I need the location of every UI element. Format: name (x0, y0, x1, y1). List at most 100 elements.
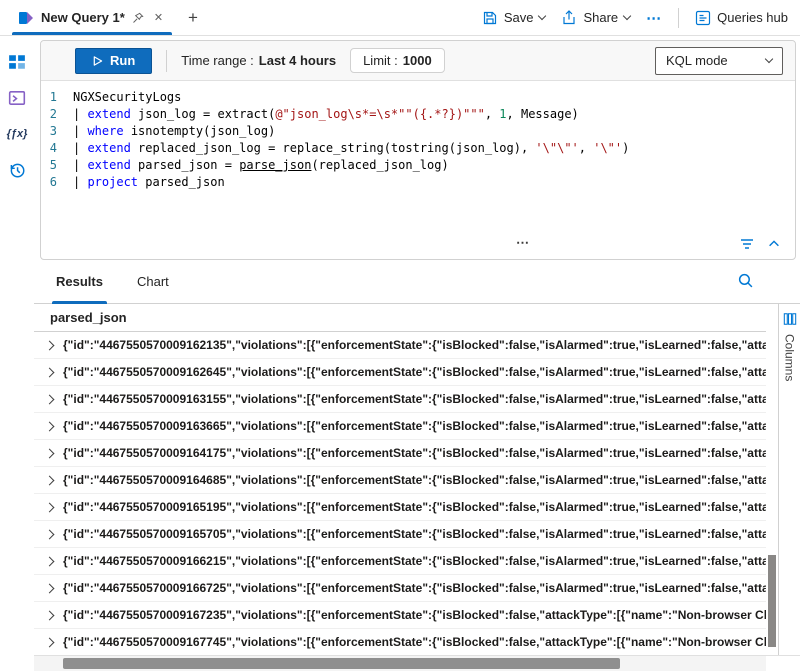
kql-mode-value: KQL mode (666, 53, 728, 68)
share-label: Share (583, 10, 618, 25)
time-range-label: Time range : (181, 53, 254, 68)
functions-icon[interactable]: {ƒx} (6, 124, 28, 144)
left-rail: {ƒx} (0, 36, 34, 671)
query-tab[interactable]: New Query 1* ✕ (8, 0, 176, 35)
table-row[interactable]: {"id":"4467550570009167235","violations"… (34, 602, 766, 629)
time-range-value: Last 4 hours (259, 53, 336, 68)
table-row[interactable]: {"id":"4467550570009163665","violations"… (34, 413, 766, 440)
grid-rows: {"id":"4467550570009162135","violations"… (34, 332, 766, 655)
app-logo-icon (18, 10, 34, 26)
table-row[interactable]: {"id":"4467550570009167745","violations"… (34, 629, 766, 655)
tables-icon[interactable] (6, 52, 28, 72)
query-toolbar: Run Time range : Last 4 hours Limit : 10… (41, 41, 795, 81)
play-icon (92, 55, 103, 67)
queries-hub-button[interactable]: Queries hub (695, 10, 788, 26)
expand-row-icon[interactable] (45, 367, 55, 377)
code-line-3[interactable]: 3| where isnotempty(json_log) (41, 123, 795, 140)
line-number: 3 (41, 123, 73, 140)
topbar-actions: Save Share ⋯ Queries hub (482, 0, 800, 35)
editor-footer: ⋯ (41, 233, 795, 259)
queries-hub-icon (695, 10, 711, 26)
table-row[interactable]: {"id":"4467550570009165195","violations"… (34, 494, 766, 521)
close-icon[interactable]: ✕ (151, 9, 166, 26)
expand-row-icon[interactable] (45, 637, 55, 647)
queries-hub-label: Queries hub (717, 10, 788, 25)
expand-row-icon[interactable] (45, 502, 55, 512)
line-number: 6 (41, 174, 73, 191)
parsed-json-cell: {"id":"4467550570009164175","violations"… (63, 446, 766, 460)
parsed-json-cell: {"id":"4467550570009165195","violations"… (63, 500, 766, 514)
horizontal-scrollbar[interactable] (34, 655, 766, 671)
table-row[interactable]: {"id":"4467550570009162645","violations"… (34, 359, 766, 386)
kql-mode-dropdown[interactable]: KQL mode (655, 47, 783, 75)
pin-icon[interactable] (132, 12, 144, 24)
scrollbar-corner (766, 655, 800, 671)
share-icon (561, 10, 577, 26)
resize-handle[interactable]: ⋯ (516, 235, 531, 251)
workspace: {ƒx} Run Time range : Last 4 hours (0, 36, 800, 671)
results-grid: parsed_json {"id":"4467550570009162135",… (34, 304, 766, 655)
columns-side-tab[interactable]: Columns (778, 304, 800, 655)
parsed-json-cell: {"id":"4467550570009162645","violations"… (63, 365, 766, 379)
line-number: 5 (41, 157, 73, 174)
expand-row-icon[interactable] (45, 340, 55, 350)
results-panel: Results Chart parsed_json {"id":"4467550… (34, 260, 800, 671)
table-row[interactable]: {"id":"4467550570009166215","violations"… (34, 548, 766, 575)
expand-row-icon[interactable] (45, 610, 55, 620)
table-row[interactable]: {"id":"4467550570009166725","violations"… (34, 575, 766, 602)
run-label: Run (110, 53, 135, 68)
line-number: 2 (41, 106, 73, 123)
expand-row-icon[interactable] (45, 448, 55, 458)
expand-row-icon[interactable] (45, 583, 55, 593)
parsed-json-cell: {"id":"4467550570009167745","violations"… (63, 635, 766, 649)
code-line-2[interactable]: 2| extend json_log = extract(@"json_log\… (41, 106, 795, 123)
columns-label: Columns (783, 334, 797, 381)
vertical-scrollbar-thumb[interactable] (768, 555, 776, 647)
query-history-icon[interactable] (6, 160, 28, 180)
limit-button[interactable]: Limit : 1000 (350, 48, 445, 73)
save-label: Save (504, 10, 534, 25)
code-line-1[interactable]: 1NGXSecurityLogs (41, 89, 795, 106)
chevron-down-icon (538, 12, 546, 20)
table-row[interactable]: {"id":"4467550570009164685","violations"… (34, 467, 766, 494)
table-row[interactable]: {"id":"4467550570009163155","violations"… (34, 386, 766, 413)
code-line-4[interactable]: 4| extend replaced_json_log = replace_st… (41, 140, 795, 157)
run-button[interactable]: Run (75, 48, 152, 74)
table-row[interactable]: {"id":"4467550570009164175","violations"… (34, 440, 766, 467)
time-range-button[interactable]: Time range : Last 4 hours (181, 53, 336, 68)
horizontal-scrollbar-thumb[interactable] (63, 658, 619, 669)
parsed-json-cell: {"id":"4467550570009167235","violations"… (63, 608, 766, 622)
tab-results[interactable]: Results (52, 260, 107, 303)
more-options-button[interactable]: ⋯ (646, 9, 662, 27)
results-body: parsed_json {"id":"4467550570009162135",… (34, 304, 800, 655)
code-line-6[interactable]: 6| project parsed_json (41, 174, 795, 191)
table-row[interactable]: {"id":"4467550570009162135","violations"… (34, 332, 766, 359)
parsed-json-cell: {"id":"4467550570009162135","violations"… (63, 338, 766, 352)
save-button[interactable]: Save (482, 10, 546, 26)
expand-row-icon[interactable] (45, 529, 55, 539)
search-icon[interactable] (737, 272, 754, 289)
line-number: 4 (41, 140, 73, 157)
main-area: Run Time range : Last 4 hours Limit : 10… (34, 36, 800, 671)
share-button[interactable]: Share (561, 10, 630, 26)
vertical-scrollbar[interactable] (766, 304, 778, 655)
expand-row-icon[interactable] (45, 421, 55, 431)
expand-row-icon[interactable] (45, 475, 55, 485)
parsed-json-cell: {"id":"4467550570009163665","violations"… (63, 419, 766, 433)
table-row[interactable]: {"id":"4467550570009165705","violations"… (34, 521, 766, 548)
divider (166, 50, 167, 72)
results-tabs: Results Chart (34, 260, 800, 304)
expand-row-icon[interactable] (45, 394, 55, 404)
query-editor[interactable]: 1NGXSecurityLogs2| extend json_log = ext… (41, 81, 795, 233)
parsed-json-cell: {"id":"4467550570009166215","violations"… (63, 554, 766, 568)
column-header[interactable]: parsed_json (34, 304, 766, 332)
horizontal-scrollbar-row (34, 655, 800, 671)
collapse-editor-icon[interactable] (767, 237, 781, 251)
expand-row-icon[interactable] (45, 556, 55, 566)
tab-chart[interactable]: Chart (133, 260, 173, 303)
queries-icon[interactable] (6, 88, 28, 108)
code-line-5[interactable]: 5| extend parsed_json = parse_json(repla… (41, 157, 795, 174)
new-tab-button[interactable]: + (176, 0, 210, 35)
filter-results-icon[interactable] (739, 236, 755, 252)
parsed-json-cell: {"id":"4467550570009164685","violations"… (63, 473, 766, 487)
